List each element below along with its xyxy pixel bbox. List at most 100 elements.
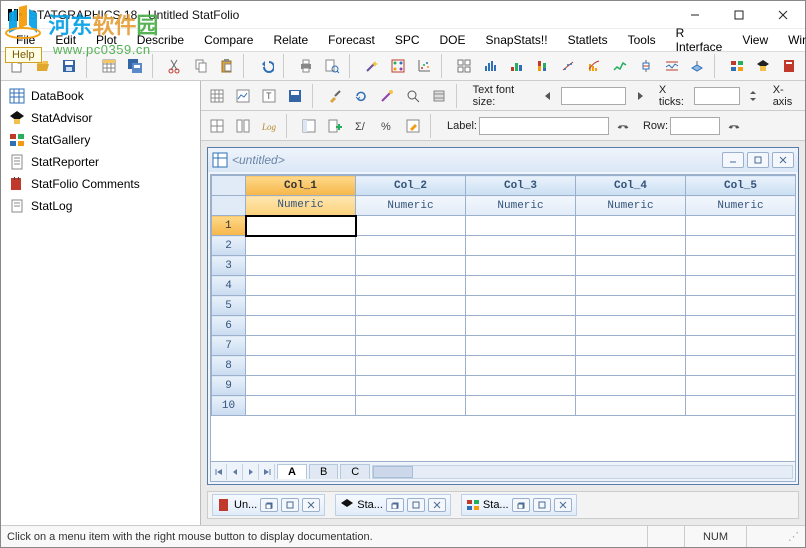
row-header[interactable]: 1 <box>212 216 246 236</box>
cell[interactable] <box>576 376 686 396</box>
cell[interactable] <box>466 396 576 416</box>
gallery-icon[interactable] <box>725 54 749 78</box>
menu-spc[interactable]: SPC <box>386 31 429 49</box>
cell[interactable] <box>466 356 576 376</box>
cell[interactable] <box>576 396 686 416</box>
cell[interactable] <box>686 316 796 336</box>
cell[interactable] <box>576 296 686 316</box>
percent-icon[interactable]: % <box>375 114 399 138</box>
cell[interactable] <box>356 396 466 416</box>
mdi-restore-icon[interactable] <box>260 498 278 512</box>
textfont-right-icon[interactable] <box>628 84 650 108</box>
cell[interactable] <box>466 236 576 256</box>
row-header[interactable]: 2 <box>212 236 246 256</box>
cell[interactable] <box>356 296 466 316</box>
mdi-close-icon[interactable] <box>302 498 320 512</box>
wand-icon[interactable] <box>375 84 399 108</box>
print-icon[interactable] <box>294 54 318 78</box>
rotate-icon[interactable] <box>349 84 373 108</box>
cell[interactable] <box>466 216 576 236</box>
preview-icon[interactable] <box>320 54 344 78</box>
col-type[interactable]: Numeric <box>466 196 576 216</box>
cell[interactable] <box>246 336 356 356</box>
menu-snapstats[interactable]: SnapStats!! <box>477 31 557 49</box>
row-header[interactable]: 10 <box>212 396 246 416</box>
menu-describe[interactable]: Describe <box>128 31 193 49</box>
row-header[interactable]: 8 <box>212 356 246 376</box>
tab-nav-last-icon[interactable] <box>259 464 275 480</box>
col-type[interactable]: Numeric <box>686 196 796 216</box>
cell[interactable] <box>686 376 796 396</box>
log-icon[interactable]: Log <box>257 114 281 138</box>
cell[interactable] <box>686 276 796 296</box>
grid-corner2[interactable] <box>212 196 246 216</box>
menu-compare[interactable]: Compare <box>195 31 262 49</box>
pareto-icon[interactable] <box>582 54 606 78</box>
paste-icon[interactable] <box>215 54 239 78</box>
cell[interactable] <box>466 256 576 276</box>
trend-icon[interactable] <box>608 54 632 78</box>
stackedbar-icon[interactable] <box>530 54 554 78</box>
mdi-close-icon[interactable] <box>554 498 572 512</box>
row-input[interactable] <box>670 117 720 135</box>
menu-relate[interactable]: Relate <box>264 31 317 49</box>
cell[interactable] <box>246 276 356 296</box>
mdi-restore-icon[interactable] <box>512 498 530 512</box>
grid-icon[interactable] <box>205 114 229 138</box>
col-header[interactable]: Col_2 <box>356 176 466 196</box>
col-type[interactable]: Numeric <box>576 196 686 216</box>
menu-forecast[interactable]: Forecast <box>319 31 384 49</box>
wizard-icon[interactable] <box>360 54 384 78</box>
cell[interactable] <box>576 276 686 296</box>
cell[interactable] <box>576 316 686 336</box>
mdi-tab[interactable]: Un... <box>212 494 325 516</box>
menu-rinterface[interactable]: R Interface <box>667 24 732 56</box>
cell[interactable] <box>356 276 466 296</box>
add-column-icon[interactable] <box>323 114 347 138</box>
save-output-icon[interactable] <box>283 84 307 108</box>
cell[interactable] <box>686 356 796 376</box>
doc-maximize-button[interactable] <box>747 152 769 168</box>
table-view-icon[interactable] <box>205 84 229 108</box>
mdi-max-icon[interactable] <box>407 498 425 512</box>
mdi-tab[interactable]: Sta... <box>461 494 577 516</box>
sigma-icon[interactable]: Σ/ <box>349 114 373 138</box>
cell[interactable] <box>356 236 466 256</box>
cell[interactable] <box>466 336 576 356</box>
cell[interactable] <box>466 376 576 396</box>
doc-minimize-button[interactable] <box>722 152 744 168</box>
menu-view[interactable]: View <box>733 31 777 49</box>
cell[interactable] <box>466 316 576 336</box>
cell[interactable] <box>576 236 686 256</box>
grid-corner[interactable] <box>212 176 246 196</box>
boxplot-icon[interactable] <box>634 54 658 78</box>
cell[interactable] <box>246 376 356 396</box>
menu-edit[interactable]: Edit <box>46 31 85 49</box>
book-icon[interactable] <box>777 54 801 78</box>
advisor-icon[interactable] <box>751 54 775 78</box>
doc-close-button[interactable] <box>772 152 794 168</box>
tab-nav-first-icon[interactable] <box>211 464 227 480</box>
find-icon[interactable] <box>611 114 635 138</box>
design-icon[interactable] <box>386 54 410 78</box>
text-view-icon[interactable]: T <box>257 84 281 108</box>
cell[interactable] <box>576 336 686 356</box>
scatterplot-icon[interactable] <box>412 54 436 78</box>
saveall-icon[interactable] <box>123 54 147 78</box>
mdi-restore-icon[interactable] <box>386 498 404 512</box>
cell[interactable] <box>246 256 356 276</box>
cell[interactable] <box>686 236 796 256</box>
cell[interactable] <box>576 256 686 276</box>
cell[interactable] <box>356 376 466 396</box>
menu-window[interactable]: Window <box>779 31 806 49</box>
xticks-field[interactable] <box>694 87 741 105</box>
edit-cell-icon[interactable] <box>401 114 425 138</box>
row-header[interactable]: 6 <box>212 316 246 336</box>
cell[interactable] <box>246 316 356 336</box>
brush-icon[interactable] <box>323 84 347 108</box>
regression-icon[interactable] <box>556 54 580 78</box>
row-header[interactable]: 3 <box>212 256 246 276</box>
nav-statadvisor[interactable]: StatAdvisor <box>1 107 200 129</box>
datasheet-icon[interactable] <box>97 54 121 78</box>
cell[interactable] <box>686 336 796 356</box>
